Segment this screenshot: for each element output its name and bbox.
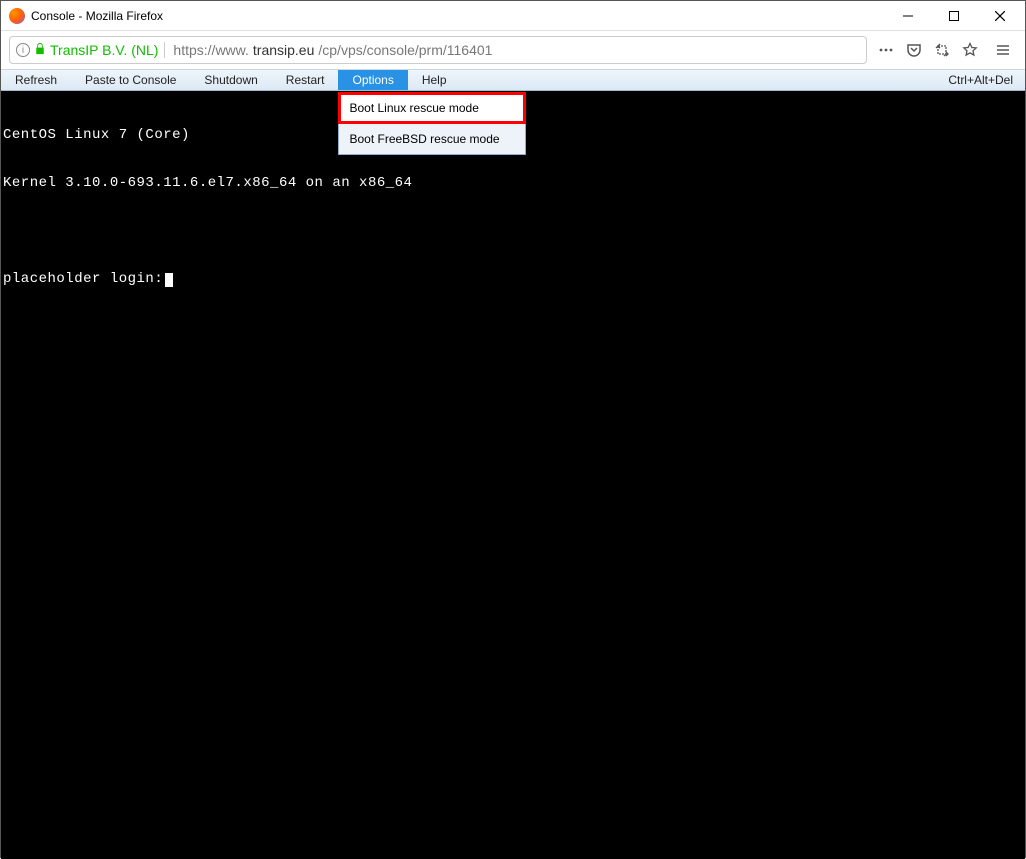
menu-ctrl-alt-del[interactable]: Ctrl+Alt+Del xyxy=(936,70,1025,90)
terminal[interactable]: CentOS Linux 7 (Core) Kernel 3.10.0-693.… xyxy=(1,91,1025,859)
terminal-line xyxy=(3,223,1023,239)
address-bar: i TransIP B.V. (NL) https://www. transip.… xyxy=(1,31,1025,69)
menu-help[interactable]: Help xyxy=(408,70,461,90)
pocket-icon[interactable] xyxy=(905,41,923,59)
terminal-line: placeholder login: xyxy=(3,271,1023,287)
menu-options[interactable]: Options Boot Linux rescue mode Boot Free… xyxy=(338,70,407,90)
bookmark-star-icon[interactable] xyxy=(961,41,979,59)
menu-button[interactable] xyxy=(989,36,1017,64)
window-title: Console - Mozilla Firefox xyxy=(31,9,885,23)
dropdown-boot-linux-rescue[interactable]: Boot Linux rescue mode xyxy=(339,93,525,123)
firefox-icon xyxy=(9,8,25,24)
site-identity[interactable]: TransIP B.V. (NL) xyxy=(50,42,165,58)
terminal-line: Kernel 3.10.0-693.11.6.el7.x86_64 on an … xyxy=(3,175,1023,191)
menu-refresh[interactable]: Refresh xyxy=(1,70,71,90)
window-controls xyxy=(885,1,1023,31)
url-box[interactable]: i TransIP B.V. (NL) https://www. transip.… xyxy=(9,36,867,64)
dropdown-boot-freebsd-rescue[interactable]: Boot FreeBSD rescue mode xyxy=(339,124,525,154)
menu-paste-to-console[interactable]: Paste to Console xyxy=(71,70,190,90)
window-titlebar: Console - Mozilla Firefox xyxy=(1,1,1025,31)
menu-options-label: Options xyxy=(352,73,393,87)
ellipsis-icon[interactable] xyxy=(877,41,895,59)
url-path: /cp/vps/console/prm/116401 xyxy=(318,42,492,58)
close-button[interactable] xyxy=(977,1,1023,31)
minimize-button[interactable] xyxy=(885,1,931,31)
maximize-button[interactable] xyxy=(931,1,977,31)
options-dropdown: Boot Linux rescue mode Boot FreeBSD resc… xyxy=(338,92,526,155)
toolbar-icons xyxy=(873,41,983,59)
console-menubar: Refresh Paste to Console Shutdown Restar… xyxy=(1,69,1025,91)
lock-icon xyxy=(34,42,46,58)
url-prefix: https://www. xyxy=(173,42,248,58)
terminal-cursor xyxy=(165,273,173,287)
menu-shutdown[interactable]: Shutdown xyxy=(190,70,271,90)
url-host: transip.eu xyxy=(253,42,314,58)
screenshot-icon[interactable] xyxy=(933,41,951,59)
menu-restart[interactable]: Restart xyxy=(272,70,339,90)
info-icon[interactable]: i xyxy=(16,43,30,57)
